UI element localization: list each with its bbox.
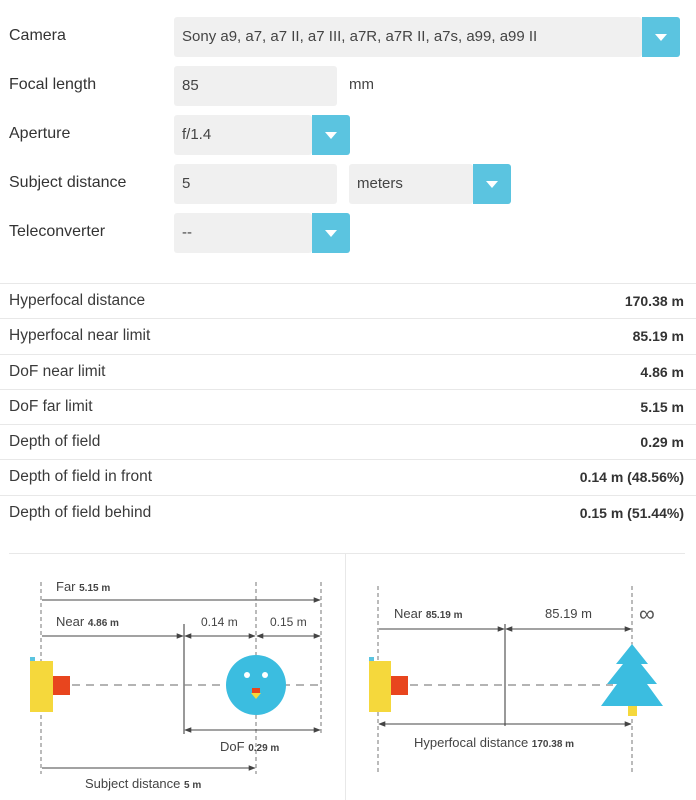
result-label: DoF near limit: [9, 362, 106, 380]
half-hyperfocal-text: 85.19 m: [545, 606, 592, 621]
near-text: Near 4.86 m: [56, 614, 119, 629]
result-value: 5.15 m: [640, 398, 684, 415]
dof-diagram: Far 5.15 m Near 4.86 m 0.14 m 0.15 m DoF…: [30, 579, 322, 791]
aperture-label: Aperture: [9, 125, 71, 142]
camera-body-icon: [369, 661, 391, 712]
aperture-row: Aperture f/1.4: [0, 115, 696, 155]
teleconverter-select[interactable]: --: [174, 213, 312, 253]
result-label: Depth of field behind: [9, 503, 152, 521]
result-row: Hyperfocal distance 170.38 m: [0, 283, 696, 318]
camera-select[interactable]: Sony a9, a7, a7 II, a7 III, a7R, a7R II,…: [174, 17, 642, 57]
results-table: Hyperfocal distance 170.38 m Hyperfocal …: [0, 283, 696, 530]
result-label: DoF far limit: [9, 397, 93, 415]
result-value: 0.15 m (51.44%): [579, 504, 684, 521]
camera-row: Camera Sony a9, a7, a7 II, a7 III, a7R, …: [0, 17, 696, 57]
focal-length-unit: mm: [349, 76, 374, 93]
subject-distance-label: Subject distance: [9, 174, 127, 191]
result-label: Depth of field: [9, 433, 101, 451]
camera-shutter-icon: [369, 657, 374, 661]
near-text: Near 85.19 m: [394, 606, 463, 621]
aperture-dropdown-button[interactable]: [312, 115, 350, 155]
hyperfocal-distance-text: Hyperfocal distance 170.38 m: [414, 735, 574, 750]
result-label: Hyperfocal distance: [9, 292, 146, 309]
subject-distance-text: Subject distance 5 m: [85, 776, 201, 791]
front-text: 0.14 m: [201, 615, 238, 629]
camera-lens-icon: [53, 676, 70, 695]
result-row: Depth of field 0.29 m: [0, 424, 696, 459]
result-value: 0.29 m: [640, 434, 684, 451]
result-row: Hyperfocal near limit 85.19 m: [0, 318, 696, 353]
result-value: 4.86 m: [640, 363, 684, 380]
camera-label: Camera: [9, 27, 66, 44]
subject-face-icon: [226, 655, 286, 715]
aperture-select[interactable]: f/1.4: [174, 115, 312, 155]
tree-icon: [601, 644, 663, 716]
camera-dropdown-button[interactable]: [642, 17, 680, 57]
result-value: 0.14 m (48.56%): [579, 469, 684, 486]
result-label: Hyperfocal near limit: [9, 327, 151, 345]
camera-lens-icon: [391, 676, 408, 695]
infinity-icon: ∞: [639, 601, 655, 626]
subject-distance-row: Subject distance 5 meters: [0, 164, 696, 204]
distance-unit-select[interactable]: meters: [349, 164, 473, 204]
result-value: 170.38 m: [624, 293, 684, 309]
result-row: Depth of field in front 0.14 m (48.56%): [0, 459, 696, 494]
teleconverter-label: Teleconverter: [9, 223, 106, 240]
result-label: Depth of field in front: [9, 468, 153, 486]
subject-distance-input[interactable]: 5: [174, 164, 337, 204]
focal-length-label: Focal length: [9, 76, 97, 93]
distance-unit-dropdown-button[interactable]: [473, 164, 511, 204]
result-value: 85.19 m: [632, 328, 684, 345]
teleconverter-dropdown-button[interactable]: [312, 213, 350, 253]
behind-text: 0.15 m: [270, 615, 307, 629]
hyperfocal-diagram: Near 85.19 m 85.19 m ∞ Hyperfocal distan…: [369, 586, 663, 774]
result-row: Depth of field behind 0.15 m (51.44%): [0, 494, 696, 530]
camera-shutter-icon: [30, 657, 35, 661]
focal-length-input[interactable]: 85: [174, 66, 337, 106]
dof-text: DoF 0.29 m: [220, 739, 279, 754]
far-text: Far 5.15 m: [56, 579, 110, 594]
camera-body-icon: [30, 661, 53, 712]
result-row: DoF far limit 5.15 m: [0, 388, 696, 424]
result-row: DoF near limit 4.86 m: [0, 353, 696, 389]
focal-length-row: Focal length 85 mm: [0, 66, 696, 106]
teleconverter-row: Teleconverter --: [0, 213, 696, 253]
diagram-panel: Far 5.15 m Near 4.86 m 0.14 m 0.15 m DoF…: [9, 553, 685, 800]
